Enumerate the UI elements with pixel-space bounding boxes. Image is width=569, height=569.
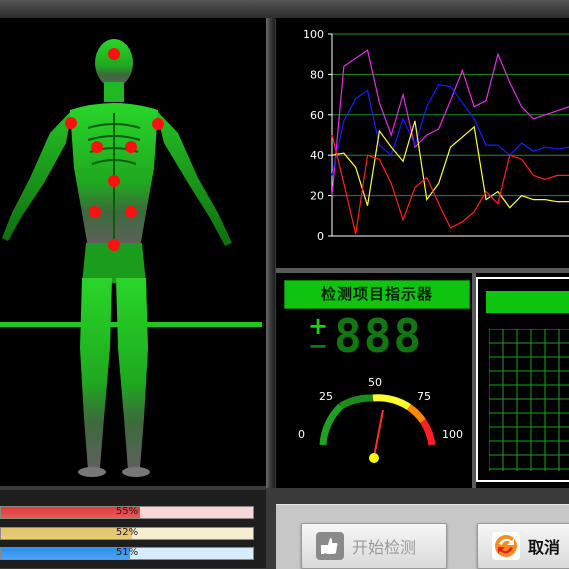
gauge: 0 25 50 75 100 — [298, 376, 463, 463]
gauge-needle — [373, 409, 384, 458]
gauge-label-50: 50 — [368, 376, 382, 389]
window-top-bar — [0, 0, 569, 19]
indicator-title: 检测项目指示器 — [284, 280, 470, 309]
y-tick-label: 20 — [310, 190, 324, 203]
line-chart: 100 80 60 40 20 0 — [303, 28, 569, 243]
grid-header-bar — [486, 291, 569, 313]
y-tick-label: 100 — [303, 28, 324, 41]
vertical-splitter — [266, 18, 275, 488]
gauge-label-25: 25 — [319, 390, 333, 403]
grid-panel — [476, 273, 569, 488]
y-tick-label: 60 — [310, 109, 324, 122]
progress-percent-label: 51% — [115, 547, 139, 558]
series-line-1 — [331, 49, 569, 196]
gauge-label-75: 75 — [417, 390, 431, 403]
seven-segment-display: 888 — [334, 309, 424, 363]
gauge-label-0: 0 — [298, 428, 305, 441]
progress-percent-label: 52% — [115, 527, 139, 538]
cancel-button[interactable]: 取消 — [477, 523, 569, 569]
series-line-4 — [331, 134, 569, 235]
cancel-arrows-icon — [492, 532, 520, 560]
gauge-label-100: 100 — [442, 428, 463, 441]
grid-lines — [489, 329, 569, 471]
human-body-figure — [0, 39, 262, 477]
cancel-label: 取消 — [528, 538, 561, 557]
line-chart-panel: 100 80 60 40 20 0 — [276, 18, 569, 268]
body-figure-panel — [0, 18, 266, 486]
series-line-2 — [331, 83, 569, 176]
thumb-up-icon — [316, 532, 344, 560]
series-line-3 — [331, 120, 569, 209]
minus-sign: − — [308, 332, 329, 360]
y-tick-label: 0 — [317, 230, 324, 243]
gauge-pivot — [369, 453, 379, 463]
progress-bar-3: 51% — [0, 547, 254, 560]
progress-bar-2: 52% — [0, 527, 254, 540]
start-test-label: 开始检测 — [352, 538, 417, 557]
progress-percent-label: 55% — [115, 506, 139, 517]
progress-bar-1: 55% — [0, 506, 254, 519]
start-test-button[interactable]: 开始检测 — [301, 523, 447, 569]
y-tick-label: 80 — [310, 68, 324, 81]
y-tick-label: 40 — [310, 149, 324, 162]
